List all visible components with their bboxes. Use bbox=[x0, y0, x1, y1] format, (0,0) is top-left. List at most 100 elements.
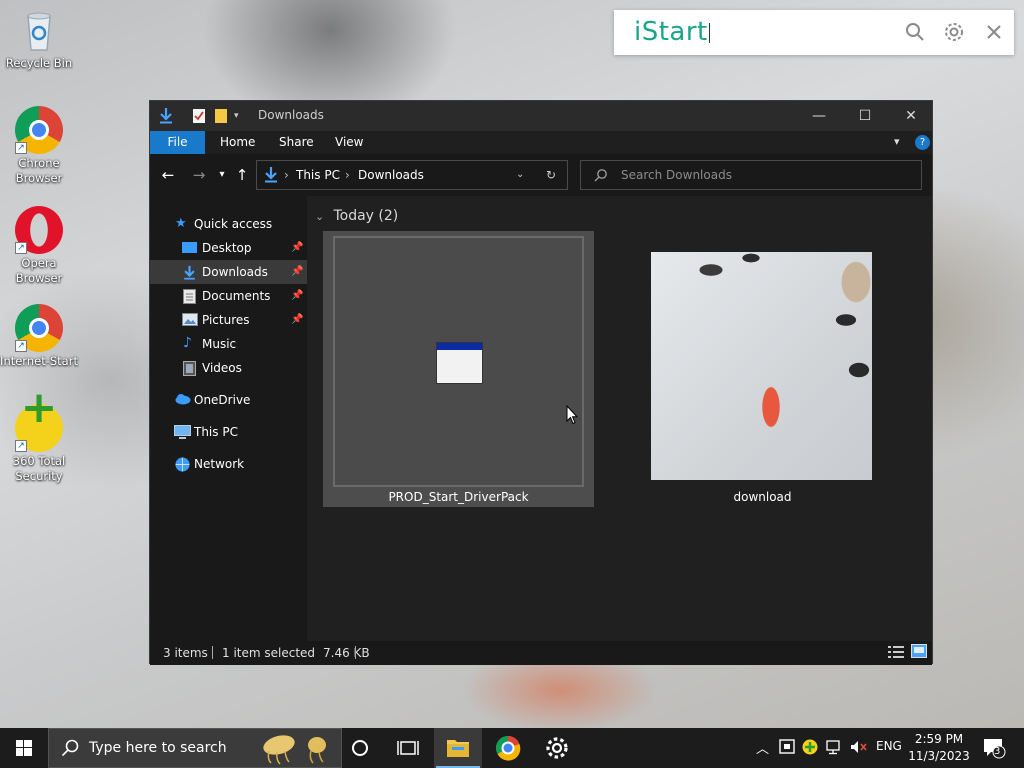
desktop-folder-icon bbox=[182, 241, 197, 255]
show-hidden-icons-icon[interactable]: ︿ bbox=[756, 738, 769, 757]
pin-icon: 📌 bbox=[291, 266, 304, 277]
file-explorer-taskbar-icon[interactable] bbox=[434, 728, 482, 768]
music-icon: ♪ bbox=[183, 335, 192, 351]
address-bar[interactable]: › This PC › Downloads ⌄ ↻ bbox=[256, 160, 568, 190]
close-button[interactable]: ✕ bbox=[888, 101, 934, 131]
file-tile-download[interactable]: download bbox=[640, 231, 885, 507]
gear-icon[interactable] bbox=[943, 21, 965, 43]
nav-item-pictures[interactable]: Pictures 📌 bbox=[150, 308, 307, 332]
shortcut-arrow-icon: ↗ bbox=[15, 340, 27, 352]
desktop-icon-360-total-security[interactable]: ↗ 360 Total Security bbox=[0, 400, 78, 484]
file-thumbnail bbox=[333, 236, 584, 487]
file-tile-prod-start-driverpack[interactable]: PROD_Start_DriverPack bbox=[323, 231, 594, 507]
desktop-icon-internet-start[interactable]: ↗ Internet-Start bbox=[0, 304, 78, 369]
pin-icon: 📌 bbox=[291, 314, 304, 325]
pin-icon: 📌 bbox=[291, 290, 304, 301]
new-folder-icon[interactable] bbox=[214, 107, 228, 124]
pictures-icon bbox=[182, 313, 198, 327]
nav-item-videos[interactable]: Videos bbox=[150, 356, 307, 380]
clock[interactable]: 2:59 PM 11/3/2023 bbox=[904, 731, 974, 765]
refresh-icon[interactable]: ↻ bbox=[546, 168, 556, 182]
volume-muted-icon[interactable] bbox=[850, 739, 868, 758]
customize-toolbar-icon[interactable]: ▾ bbox=[234, 111, 239, 128]
window-title: Downloads bbox=[258, 108, 324, 122]
task-view-icon[interactable] bbox=[384, 728, 432, 768]
cortana-icon[interactable] bbox=[336, 728, 384, 768]
desktop-icon-label: Opera Browser bbox=[15, 256, 63, 285]
breadcrumb-this-pc[interactable]: This PC bbox=[296, 168, 340, 182]
nav-item-desktop[interactable]: Desktop 📌 bbox=[150, 236, 307, 260]
search-icon bbox=[61, 739, 79, 760]
properties-icon[interactable] bbox=[192, 107, 206, 124]
nav-item-network[interactable]: Network bbox=[150, 452, 307, 476]
group-header-today[interactable]: ⌄ Today (2) bbox=[315, 208, 398, 224]
tab-file[interactable]: File bbox=[150, 131, 205, 154]
pin-icon: 📌 bbox=[291, 242, 304, 253]
language-indicator[interactable]: ENG bbox=[876, 739, 902, 753]
desktop-icon-label: Recycle Bin bbox=[5, 56, 73, 70]
search-icon[interactable] bbox=[904, 21, 926, 43]
address-dropdown-icon[interactable]: ⌄ bbox=[516, 169, 524, 180]
nav-item-onedrive[interactable]: OneDrive bbox=[150, 388, 307, 412]
desktop-icon-recycle-bin[interactable]: Recycle Bin bbox=[0, 6, 78, 71]
file-name: PROD_Start_DriverPack bbox=[388, 490, 529, 504]
help-icon[interactable]: ? bbox=[915, 135, 930, 150]
breadcrumb-downloads[interactable]: Downloads bbox=[358, 168, 424, 182]
nav-item-quick-access[interactable]: ★ Quick access bbox=[150, 212, 307, 236]
chevron-down-icon: ⌄ bbox=[315, 210, 325, 223]
mouse-pointer-icon bbox=[566, 404, 579, 428]
istart-search-input[interactable] bbox=[709, 23, 710, 43]
desktop-icon-opera-browser[interactable]: ↗ Opera Browser bbox=[0, 206, 78, 286]
taskbar-search-box[interactable]: Type here to search bbox=[48, 728, 342, 768]
tab-view[interactable]: View bbox=[321, 131, 377, 154]
item-count: 3 items bbox=[163, 646, 208, 660]
selection-info: 1 item selected bbox=[222, 646, 316, 660]
start-button[interactable] bbox=[0, 728, 48, 768]
search-placeholder: Search Downloads bbox=[621, 168, 732, 182]
clock-date: 11/3/2023 bbox=[908, 749, 970, 763]
tab-home[interactable]: Home bbox=[206, 131, 269, 154]
minimize-button[interactable]: — bbox=[796, 101, 842, 131]
details-view-icon[interactable] bbox=[888, 645, 904, 662]
navigation-pane: ★ Quick access Desktop 📌 Downloads 📌 Doc… bbox=[150, 196, 307, 641]
notifications-icon[interactable]: 3 bbox=[982, 737, 1006, 762]
nav-item-downloads[interactable]: Downloads 📌 bbox=[150, 260, 307, 284]
maximize-button[interactable]: ☐ bbox=[842, 101, 888, 131]
chrome-icon: ↗ bbox=[15, 106, 63, 154]
shortcut-arrow-icon: ↗ bbox=[15, 242, 27, 254]
navigation-bar: ← → ▾ ↑ › This PC › Downloads ⌄ ↻ Search… bbox=[150, 154, 932, 196]
expand-ribbon-icon[interactable]: ▾ bbox=[894, 135, 900, 148]
tab-share[interactable]: Share bbox=[265, 131, 328, 154]
istart-search-bar: iStart bbox=[614, 10, 1014, 55]
search-downloads-field[interactable]: Search Downloads bbox=[580, 160, 922, 190]
file-list-pane: ⌄ Today (2) PROD_Start_DriverPack downlo… bbox=[307, 196, 932, 641]
desktop-icon-chrone-browser[interactable]: ↗ Chrone Browser bbox=[0, 106, 78, 186]
forward-arrow-icon[interactable]: → bbox=[190, 166, 208, 184]
breadcrumb-separator-icon: › bbox=[284, 168, 289, 182]
selection-size: 7.46 KB bbox=[323, 646, 370, 660]
nav-item-music[interactable]: ♪ Music bbox=[150, 332, 307, 356]
network-icon bbox=[174, 457, 190, 472]
nav-item-documents[interactable]: Documents 📌 bbox=[150, 284, 307, 308]
status-bar: 3 items 1 item selected 7.46 KB bbox=[150, 641, 932, 665]
breadcrumb-separator-icon: › bbox=[345, 168, 350, 182]
up-arrow-icon[interactable]: ↑ bbox=[233, 166, 251, 184]
download-arrow-icon bbox=[182, 265, 197, 280]
nav-item-this-pc[interactable]: This PC bbox=[150, 420, 307, 444]
application-window-icon bbox=[436, 342, 483, 384]
documents-icon bbox=[183, 289, 198, 304]
taskbar-search-placeholder: Type here to search bbox=[89, 740, 227, 756]
close-icon[interactable] bbox=[983, 21, 1005, 43]
360-total-security-tray-icon[interactable] bbox=[802, 739, 818, 758]
network-tray-icon[interactable] bbox=[826, 739, 844, 758]
chrome-taskbar-icon[interactable] bbox=[484, 728, 532, 768]
title-bar[interactable]: ▾ Downloads — ☐ ✕ bbox=[150, 101, 932, 131]
tray-app-icon[interactable] bbox=[779, 739, 797, 758]
large-icons-view-icon[interactable] bbox=[911, 644, 927, 661]
istart-logo: iStart bbox=[634, 17, 708, 47]
recycle-bin-icon bbox=[15, 6, 63, 54]
recent-locations-icon[interactable]: ▾ bbox=[213, 166, 231, 184]
settings-taskbar-icon[interactable] bbox=[533, 728, 581, 768]
back-arrow-icon[interactable]: ← bbox=[159, 166, 177, 184]
file-name: download bbox=[733, 490, 792, 504]
